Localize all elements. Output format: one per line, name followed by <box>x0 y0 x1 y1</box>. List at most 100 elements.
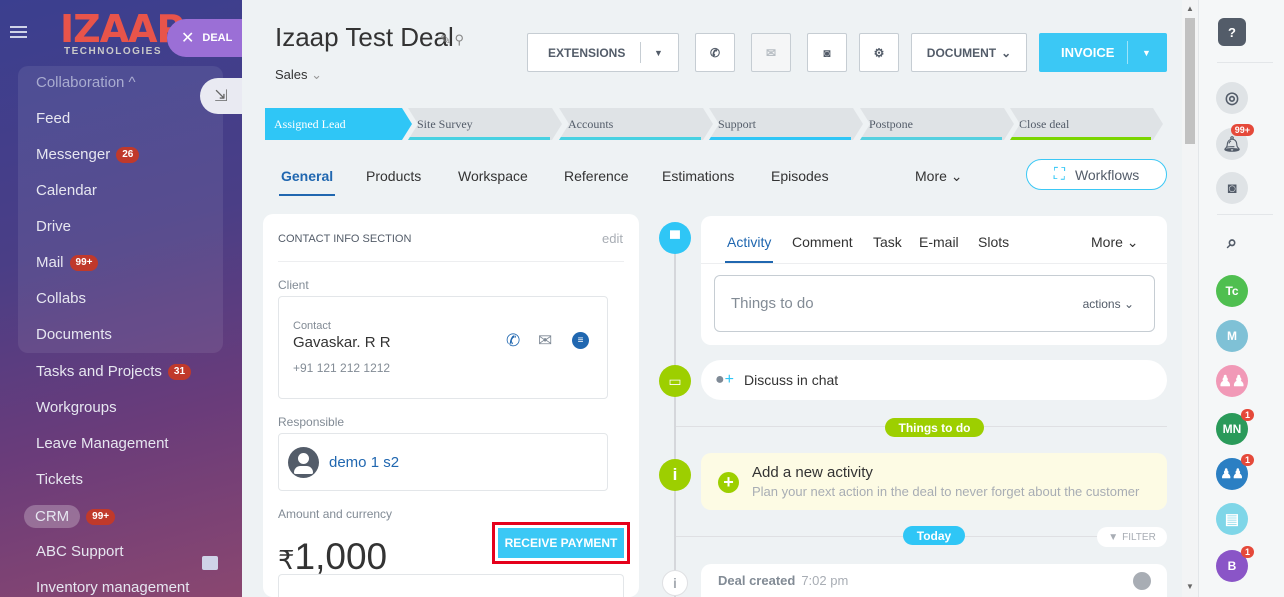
sidebar-item-workgroups[interactable]: Workgroups <box>36 399 117 416</box>
responsible-label: Responsible <box>278 415 345 429</box>
sidebar-item-collaboration[interactable]: Collaboration ^ <box>36 74 136 91</box>
collapse-slider-button[interactable]: ⇲ <box>200 78 242 114</box>
avatar-mn[interactable]: MN 1 <box>1216 409 1254 445</box>
sidebar-item-abc-support[interactable]: ABC Support <box>36 543 124 560</box>
sidebar-item-tasks-and-projects[interactable]: Tasks and Projects 31 <box>36 363 192 380</box>
discuss-in-chat[interactable]: ●+ Discuss in chat <box>701 360 1167 400</box>
avatar-m[interactable]: M <box>1216 320 1248 352</box>
notifications-icon[interactable]: 🔔︎ 99+ <box>1216 124 1254 160</box>
sidebar-item-mail[interactable]: Mail 99+ <box>36 254 99 271</box>
sidebar-item-tickets[interactable]: Tickets <box>36 471 83 488</box>
stage-accounts[interactable]: Accounts <box>559 108 713 140</box>
sidebar-item-crm[interactable]: CRM 99+ <box>24 505 116 528</box>
responsible-name[interactable]: demo 1 s2 <box>329 454 399 471</box>
company-logo[interactable]: IZAAP TECHNOLOGIES <box>58 8 184 58</box>
collapse-icon: ⇲ <box>214 88 228 105</box>
phone-icon[interactable]: ✆ <box>506 331 520 351</box>
tab-task[interactable]: Task <box>873 234 902 250</box>
chat-icon[interactable]: ≡ <box>572 332 589 349</box>
tab-more-activity[interactable]: More ⌄ <box>1091 234 1139 251</box>
avatar-tc[interactable]: Tc <box>1216 275 1248 307</box>
workflows-button[interactable]: ⛶ Workflows <box>1026 159 1167 190</box>
print-icon[interactable] <box>202 556 218 570</box>
tab-general[interactable]: General <box>278 168 336 196</box>
avatar <box>1133 572 1151 590</box>
search-icon[interactable]: ⌕ <box>1216 226 1248 258</box>
document-button[interactable]: DOCUMENT ⌄ <box>911 33 1027 72</box>
sidebar-item-collabs[interactable]: Collabs <box>36 290 86 307</box>
page-scrollbar[interactable]: ▲ ▼ <box>1182 0 1198 597</box>
chevron-down-icon: ⌄ <box>1123 297 1134 311</box>
contact-phone[interactable]: +91 121 212 1212 <box>293 361 390 375</box>
amount-label: Amount and currency <box>278 507 393 521</box>
chat-timeline-icon: ▭ <box>659 365 691 397</box>
dropdown-arrow-icon[interactable]: ▼ <box>1142 48 1151 58</box>
things-to-do-pill: Things to do <box>885 418 984 437</box>
scroll-down-icon[interactable]: ▼ <box>1186 582 1194 591</box>
pipeline-selector[interactable]: Sales ⌄ <box>275 67 322 83</box>
stage-assigned-lead[interactable]: Assigned Lead <box>265 108 412 140</box>
edit-link-icons[interactable]: ✎ ⚲ <box>440 32 464 48</box>
sidebar-item-drive[interactable]: Drive <box>36 218 71 235</box>
today-pill: Today <box>903 526 965 545</box>
tab-products[interactable]: Products <box>366 168 421 184</box>
chat-button[interactable]: ◙ <box>807 33 847 72</box>
group-icon: ♟♟ <box>1220 466 1244 481</box>
close-icon: ✕ <box>181 30 195 47</box>
stage-postpone[interactable]: Postpone <box>860 108 1014 140</box>
tab-more[interactable]: More ⌄ <box>915 168 963 185</box>
tab-activity[interactable]: Activity <box>724 234 774 263</box>
tab-slots[interactable]: Slots <box>978 234 1009 250</box>
tab-reference[interactable]: Reference <box>564 168 629 184</box>
phone-icon: ✆ <box>709 45 721 60</box>
contact-label: Contact <box>293 320 331 332</box>
scroll-up-icon[interactable]: ▲ <box>1186 4 1194 13</box>
group-chat-avatar[interactable]: ♟♟ <box>1216 365 1248 397</box>
deal-amount: ₹1,000 <box>278 536 388 577</box>
chat-bubble-icon: ▤ <box>1224 511 1240 528</box>
hamburger-menu-icon[interactable] <box>10 26 27 38</box>
actions-dropdown[interactable]: actions ⌄ <box>1083 297 1134 311</box>
left-sidebar: IZAAP TECHNOLOGIES ✕ DEAL ⇲ Collaboratio… <box>0 0 242 597</box>
avatar-b[interactable]: B1 <box>1216 546 1254 582</box>
filter-button[interactable]: ▼ FILTER <box>1097 527 1167 547</box>
things-to-do-input[interactable]: Things to do actions ⌄ <box>714 275 1155 332</box>
call-button[interactable]: ✆ <box>695 33 735 72</box>
chat-icon[interactable]: ◙ <box>1216 172 1248 204</box>
receive-payment-button[interactable]: RECEIVE PAYMENT <box>498 528 624 558</box>
deal-slider-close-button[interactable]: ✕ DEAL <box>167 19 242 57</box>
email-button[interactable]: ✉ <box>751 33 791 72</box>
stage-support[interactable]: Support <box>709 108 863 140</box>
tab-estimations[interactable]: Estimations <box>662 168 734 184</box>
activity-stream-icon[interactable]: ◎ <box>1216 82 1248 114</box>
sidebar-item-documents[interactable]: Documents <box>36 326 112 343</box>
tab-episodes[interactable]: Episodes <box>771 168 829 184</box>
mail-badge: 99+ <box>69 254 99 271</box>
activity-editor: Activity Comment Task E-mail Slots More … <box>701 216 1167 345</box>
settings-button[interactable]: ⚙ <box>859 33 899 72</box>
sidebar-item-feed[interactable]: Feed <box>36 110 70 127</box>
receive-payment-highlight: RECEIVE PAYMENT <box>492 522 630 564</box>
chevron-down-icon: ⌄ <box>311 67 323 82</box>
sidebar-item-inventory-management[interactable]: Inventory management <box>36 579 189 596</box>
stage-site-survey[interactable]: Site Survey <box>408 108 562 140</box>
tab-email[interactable]: E-mail <box>919 234 959 250</box>
contact-name[interactable]: Gavaskar. R R <box>293 334 391 351</box>
chat-bubble-avatar[interactable]: ▤ <box>1216 503 1248 535</box>
group-chat-avatar[interactable]: ♟♟ 1 <box>1216 454 1254 490</box>
tab-comment[interactable]: Comment <box>792 234 853 250</box>
mail-icon[interactable]: ✉ <box>538 331 552 351</box>
info-timeline-icon: i <box>659 459 691 491</box>
sidebar-item-leave-management[interactable]: Leave Management <box>36 435 169 452</box>
chevron-down-icon: ⌄ <box>950 168 963 184</box>
extensions-button[interactable]: EXTENSIONS ▼ <box>527 33 679 72</box>
invoice-button[interactable]: INVOICE ▼ <box>1039 33 1167 72</box>
stage-close-deal[interactable]: Close deal <box>1010 108 1163 140</box>
sidebar-item-messenger[interactable]: Messenger 26 <box>36 146 140 163</box>
sidebar-item-calendar[interactable]: Calendar <box>36 182 97 199</box>
section-edit-link[interactable]: edit <box>602 231 623 246</box>
add-new-activity[interactable]: + Add a new activity Plan your next acti… <box>701 453 1167 510</box>
tab-workspace[interactable]: Workspace <box>458 168 528 184</box>
help-icon[interactable]: ? <box>1218 18 1246 46</box>
section-title: CONTACT INFO SECTION <box>278 233 412 245</box>
